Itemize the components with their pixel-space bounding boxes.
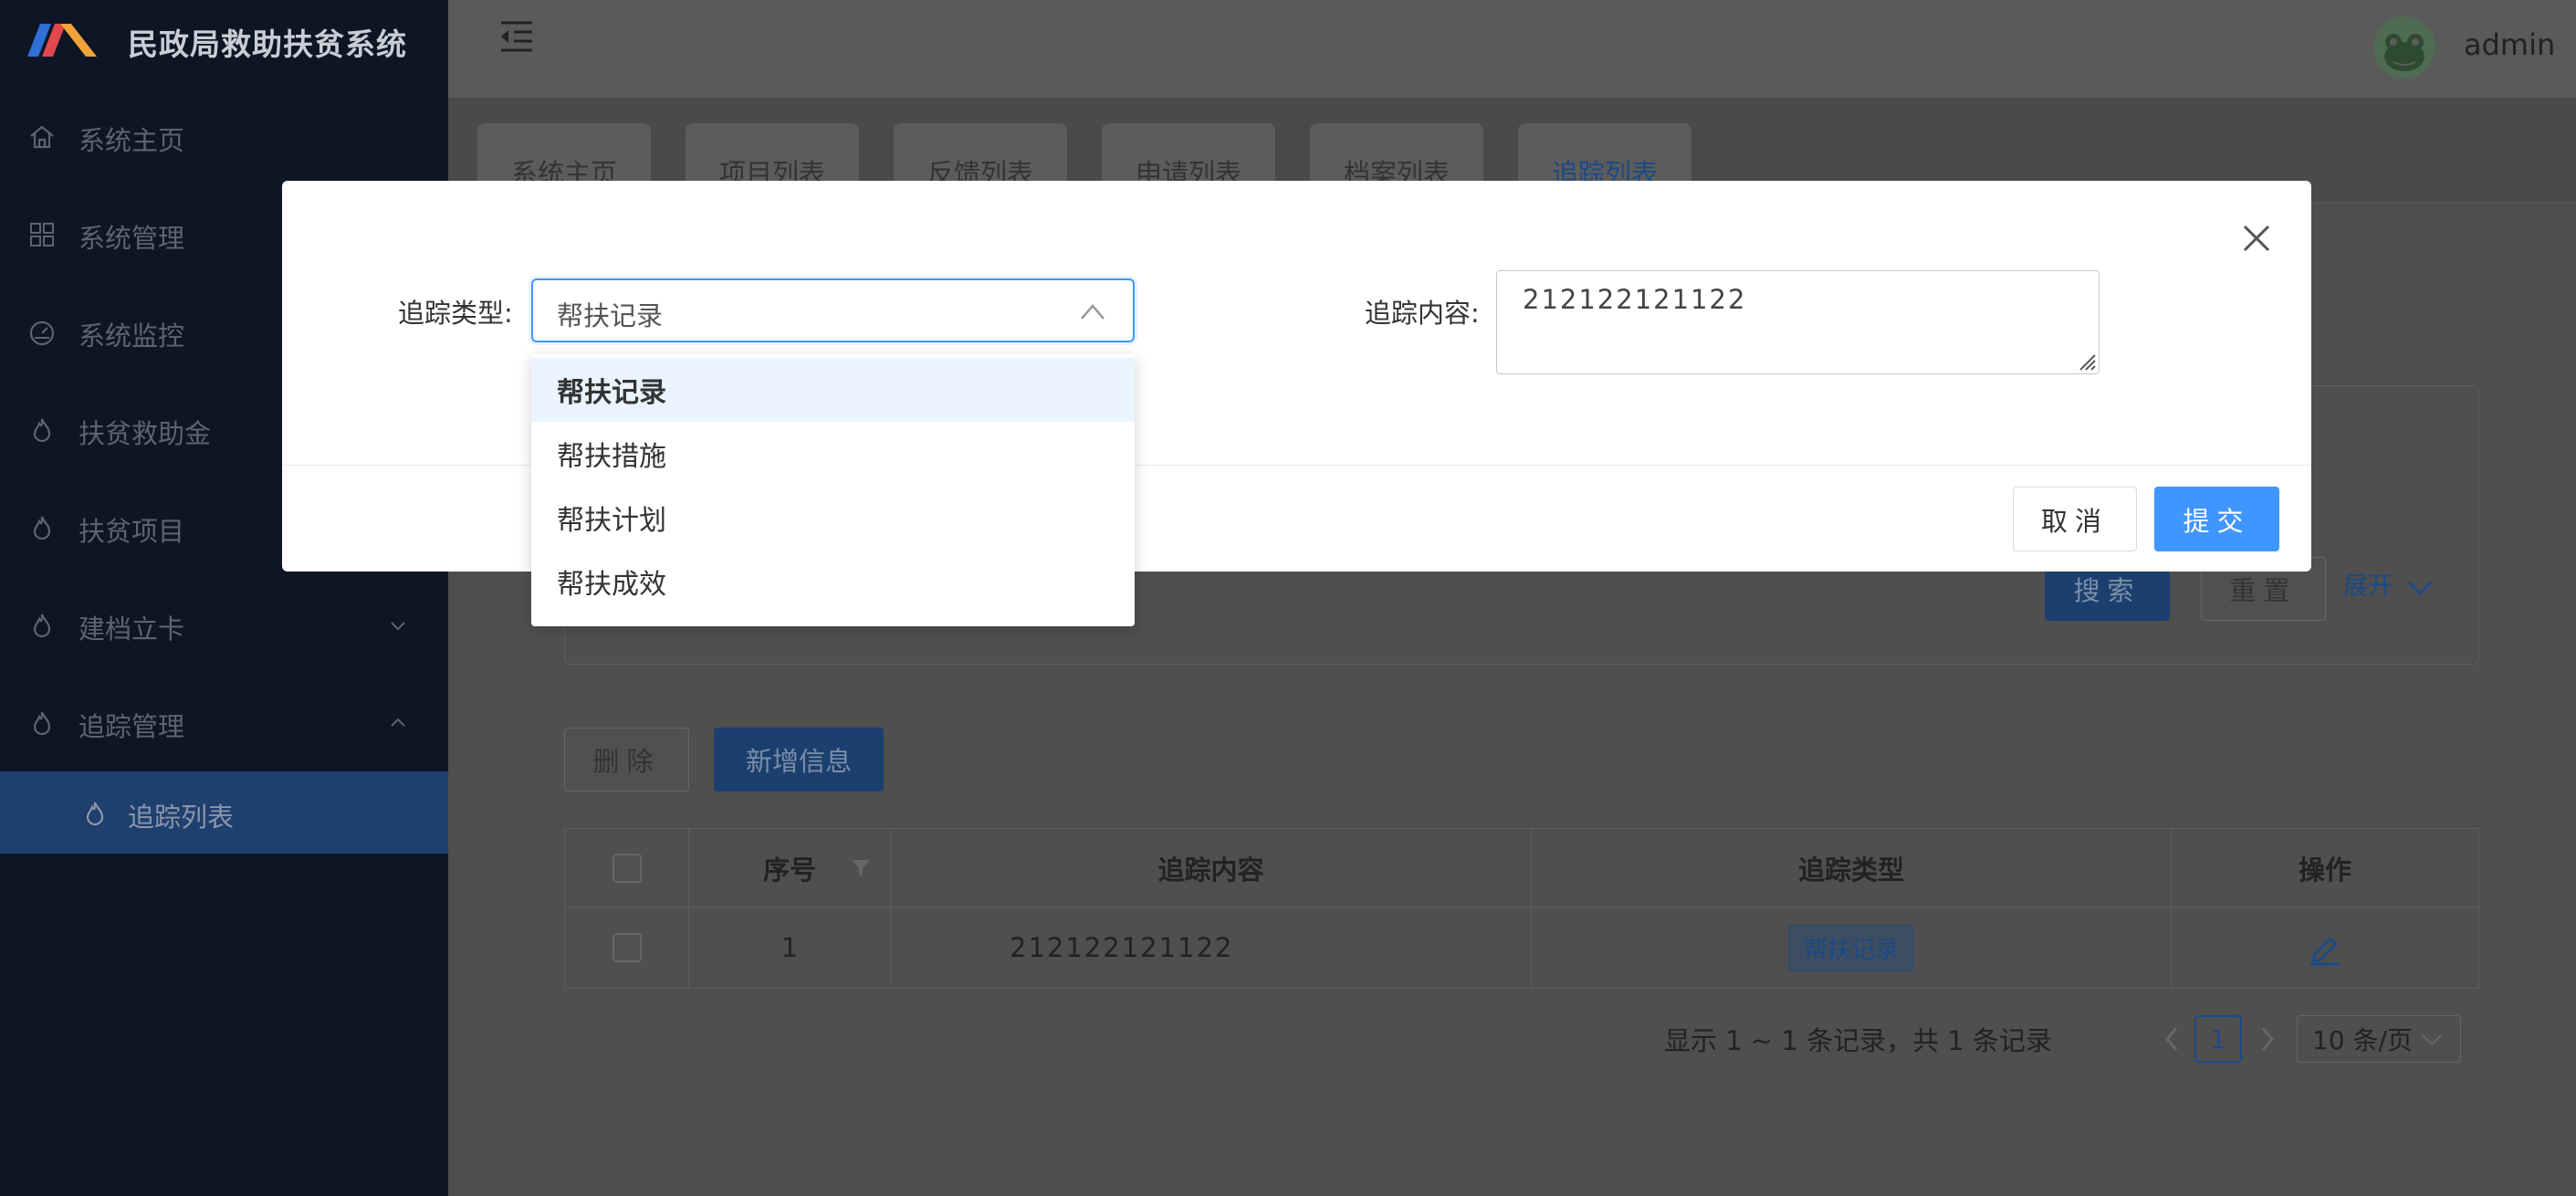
select-all-cell (565, 829, 689, 907)
flame-icon (33, 516, 51, 540)
tracking-type-value: 帮扶记录 (557, 300, 664, 331)
tracking-content-textarea[interactable]: 212122121122 (1496, 270, 2100, 374)
chevron-up-icon (1081, 304, 1105, 320)
dropdown-option-measure[interactable]: 帮扶措施 (531, 422, 1135, 486)
dropdown-option-effect[interactable]: 帮扶成效 (531, 550, 1135, 614)
table-cell-actions (2172, 907, 2478, 988)
resize-grip-icon[interactable] (2077, 351, 2097, 372)
menu-fold-icon[interactable] (497, 18, 536, 55)
column-header-type: 追踪类型 (1532, 829, 2172, 907)
cancel-button[interactable]: 取消 (2013, 487, 2137, 551)
tracking-type-dropdown: 帮扶记录 帮扶措施 帮扶计划 帮扶成效 (531, 354, 1135, 626)
app-title: 民政局救助扶贫系统 (128, 26, 407, 62)
flame-icon (33, 711, 51, 736)
flame-icon (33, 614, 51, 638)
expand-label: 展开 (2343, 572, 2393, 601)
tracking-type-label: 追踪类型: (398, 298, 513, 329)
flame-icon (33, 418, 51, 443)
frog-avatar-icon (2384, 34, 2424, 71)
sidebar-item-archive-card[interactable]: 建档立卡 (0, 583, 448, 667)
row-select-cell (565, 907, 689, 988)
filter-icon[interactable] (850, 858, 872, 878)
type-tag: 帮扶记录 (1787, 924, 1914, 971)
logo-icon (27, 24, 97, 57)
sidebar-item-tracking-list[interactable]: 追踪列表 (0, 771, 448, 854)
sidebar-item-label: 追踪管理 (79, 711, 185, 742)
submit-button[interactable]: 提交 (2154, 487, 2279, 551)
tracking-table: 序号 追踪内容 追踪类型 操作 1 212122121122 帮扶记录 (564, 828, 2479, 989)
page-size-label: 10 条/页 (2312, 1025, 2413, 1055)
app-logo[interactable]: 民政局救助扶贫系统 (0, 0, 448, 84)
tracking-content-value: 212122121122 (1523, 284, 1747, 315)
username[interactable]: admin (2464, 27, 2555, 62)
prev-page-icon[interactable] (2162, 1024, 2182, 1054)
sidebar-item-label: 追踪列表 (128, 802, 235, 833)
column-header-label: 序号 (762, 854, 816, 886)
sidebar-item-label: 扶贫项目 (79, 516, 185, 547)
sidebar-item-label: 系统监控 (79, 320, 185, 351)
page-size-select[interactable]: 10 条/页 (2297, 1015, 2461, 1063)
delete-button[interactable]: 删除 (564, 728, 689, 792)
pagination-summary: 显示 1 ~ 1 条记录，共 1 条记录 (1664, 1025, 2052, 1056)
tracking-content-label: 追踪内容: (1365, 298, 1480, 329)
gauge-icon (29, 320, 55, 346)
sidebar-item-label: 系统主页 (79, 125, 185, 156)
home-icon (30, 125, 54, 149)
top-header: admin (448, 0, 2576, 98)
expand-toggle[interactable]: 展开 (2343, 566, 2434, 602)
sidebar-item-home[interactable]: 系统主页 (0, 95, 448, 179)
flame-icon (86, 802, 104, 826)
table-cell-type: 帮扶记录 (1532, 907, 2172, 988)
chevron-down-icon (2421, 1033, 2443, 1046)
chevron-down-icon (391, 622, 405, 631)
next-page-icon[interactable] (2257, 1024, 2278, 1054)
avatar[interactable] (2373, 16, 2435, 79)
sidebar: 民政局救助扶贫系统 系统主页 系统管理 系统监控 扶贫救助金 扶贫项目 建档立卡… (0, 0, 448, 1196)
page-number-button[interactable]: 1 (2194, 1015, 2242, 1063)
column-header-content: 追踪内容 (891, 829, 1532, 907)
select-all-checkbox[interactable] (612, 853, 642, 883)
grid-icon (30, 223, 54, 247)
sidebar-item-label: 建档立卡 (79, 614, 185, 645)
table-cell-index: 1 (689, 907, 891, 988)
table-cell-content: 212122121122 (891, 907, 1532, 988)
edit-icon[interactable] (2305, 928, 2345, 968)
dropdown-option-plan[interactable]: 帮扶计划 (531, 486, 1135, 550)
sidebar-item-tracking-manage[interactable]: 追踪管理 (0, 681, 448, 765)
tracking-type-select[interactable]: 帮扶记录 (531, 278, 1135, 342)
add-info-button[interactable]: 新增信息 (714, 728, 884, 792)
row-checkbox[interactable] (612, 933, 642, 962)
column-header-actions: 操作 (2172, 829, 2478, 907)
dropdown-option-record[interactable]: 帮扶记录 (531, 358, 1135, 422)
sidebar-item-label: 系统管理 (79, 223, 185, 254)
sidebar-item-label: 扶贫救助金 (79, 418, 212, 449)
chevron-up-icon (391, 718, 405, 727)
chevron-down-icon (2407, 581, 2432, 595)
close-icon[interactable] (2241, 223, 2272, 254)
column-header-index[interactable]: 序号 (689, 829, 891, 907)
